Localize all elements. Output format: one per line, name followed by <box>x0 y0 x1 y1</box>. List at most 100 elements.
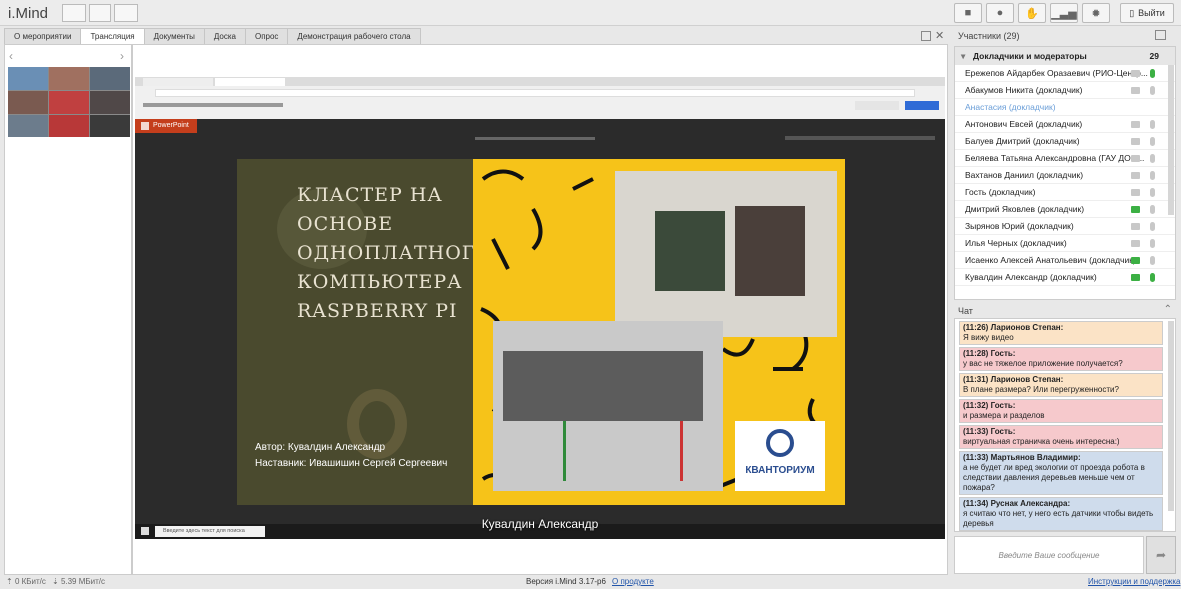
video-thumbnails-panel: ‹ › <box>4 44 132 575</box>
participant-name: Ережепов Айдарбек Оразаевич (РИО-Центр..… <box>965 68 1148 78</box>
participant-row[interactable]: Абакумов Никита (докладчик) <box>955 82 1175 99</box>
participant-name: Беляева Татьяна Александровна (ГАУ ДО Т.… <box>965 153 1145 163</box>
microphone-status-icon <box>1150 239 1155 248</box>
microphone-status-icon <box>1150 137 1155 146</box>
tab-documents[interactable]: Документы <box>143 28 205 44</box>
camera-status-icon <box>1131 223 1140 230</box>
participant-name: Илья Черных (докладчик) <box>965 238 1067 248</box>
participant-name: Дмитрий Яковлев (докладчик) <box>965 204 1085 214</box>
close-icon[interactable]: ✕ <box>935 29 944 42</box>
powerpoint-viewer: PowerPoint КЛАСТЕР НА ОСНОВЕ ОДНОПЛАТНОГ… <box>135 119 945 539</box>
raise-hand-button[interactable]: ✋ <box>1018 3 1046 23</box>
slide-title: КЛАСТЕР НА ОСНОВЕ ОДНОПЛАТНОГО КОМПЬЮТЕР… <box>297 184 492 322</box>
participant-name: Вахтанов Даниил (докладчик) <box>965 170 1084 180</box>
microphone-status-icon <box>1150 120 1155 129</box>
participant-name: Антонович Евсей (докладчик) <box>965 119 1083 129</box>
chat-message: (11:26) Ларионов Степан: Я вижу видео <box>959 321 1163 345</box>
participant-row[interactable]: Исаенко Алексей Анатольевич (докладчик) <box>955 252 1175 269</box>
chat-message: (11:31) Ларионов Степан: В плане размера?… <box>959 373 1163 397</box>
broadcast-area: PowerPoint КЛАСТЕР НА ОСНОВЕ ОДНОПЛАТНОГ… <box>132 44 948 575</box>
collapse-arrow-icon: ▾ <box>961 51 966 61</box>
tab-poll[interactable]: Опрос <box>244 28 289 44</box>
exit-button[interactable]: ▯ Выйти <box>1120 3 1174 23</box>
chat-message-text: у вас не тяжелое приложение получается? <box>963 359 1123 368</box>
fullscreen-icon[interactable] <box>921 31 931 41</box>
camera-status-icon <box>1131 189 1140 196</box>
network-switch-photo <box>493 321 723 491</box>
video-grid-thumbnail[interactable] <box>8 67 130 137</box>
participant-row[interactable]: Антонович Евсей (докладчик) <box>955 116 1175 133</box>
chat-message: (11:33) Гость: виртуальная страничка очен… <box>959 425 1163 449</box>
chat-input[interactable]: Введите Ваше сообщение <box>954 536 1144 574</box>
microphone-status-icon <box>1150 205 1155 214</box>
version-label: Версия i.Mind 3.17-р6 <box>526 577 606 586</box>
participant-name: Зырянов Юрий (докладчик) <box>965 221 1074 231</box>
chat-message-author: (11:33) Мартьянов Владимир: <box>963 453 1081 462</box>
chat-scrollbar[interactable] <box>1168 321 1174 511</box>
tab-board[interactable]: Доска <box>203 28 246 44</box>
tab-about[interactable]: О мероприятии <box>4 28 82 44</box>
microphone-status-icon <box>1150 273 1155 282</box>
detach-icon[interactable] <box>1155 30 1166 40</box>
participants-group-header[interactable]: ▾ Докладчики и модераторы 29 <box>955 47 1175 65</box>
tab-broadcast[interactable]: Трансляция <box>80 28 145 44</box>
microphone-button[interactable]: ● <box>986 3 1014 23</box>
camera-status-icon <box>1131 240 1140 247</box>
camera-icon: ■ <box>964 7 972 19</box>
status-bar: ⇡ 0 КБит/с ⇣ 5.39 МБит/с Версия i.Mind 3… <box>0 577 1181 589</box>
participant-row[interactable]: Кувалдин Александр (докладчик) <box>955 269 1175 286</box>
signal-button[interactable]: ▁▃▅ <box>1050 3 1078 23</box>
kvantorium-logo: КВАНТОРИУМ <box>735 421 825 491</box>
help-link[interactable]: Инструкции и поддержка <box>1088 577 1180 586</box>
layout-grid-4-button[interactable] <box>62 4 86 22</box>
participant-row[interactable]: Илья Черных (докладчик) <box>955 235 1175 252</box>
chat-message-text: я считаю что нет, у него есть датчики чт… <box>963 509 1154 528</box>
about-link[interactable]: О продукте <box>612 577 654 586</box>
app-logo: i.Mind <box>8 5 49 22</box>
camera-status-icon <box>1131 172 1140 179</box>
chat-message-author: (11:34) Руснак Александра: <box>963 499 1071 508</box>
settings-button[interactable]: ✹ <box>1082 3 1110 23</box>
participant-row[interactable]: Беляева Татьяна Александровна (ГАУ ДО Т.… <box>955 150 1175 167</box>
camera-status-icon <box>1131 138 1140 145</box>
chat-message-author: (11:31) Ларионов Степан: <box>963 375 1064 384</box>
kvantorium-text: КВАНТОРИУМ <box>745 465 815 476</box>
group-count: 29 <box>1149 51 1159 61</box>
chat-message: (11:32) Гость: и размера и разделов <box>959 399 1163 423</box>
top-toolbar: i.Mind ■ ● ✋ ▁▃▅ ✹ ▯ Выйти <box>0 0 1181 26</box>
participant-row[interactable]: Дмитрий Яковлев (докладчик) <box>955 201 1175 218</box>
chat-message: (11:28) Гость: у вас не тяжелое приложени… <box>959 347 1163 371</box>
microphone-status-icon <box>1150 222 1155 231</box>
participant-row[interactable]: Гость (докладчик) <box>955 184 1175 201</box>
participants-title: Участники (29) <box>958 31 1020 41</box>
chevron-up-icon[interactable]: ⌃ <box>1164 304 1172 315</box>
camera-status-icon <box>1131 87 1140 94</box>
participant-row[interactable]: Анастасия (докладчик) <box>955 99 1175 116</box>
participants-scrollbar[interactable] <box>1168 65 1174 215</box>
layout-grid-6-button[interactable] <box>114 4 138 22</box>
participant-name: Гость (докладчик) <box>965 187 1036 197</box>
powerpoint-icon <box>141 122 149 130</box>
microphone-status-icon <box>1150 256 1155 265</box>
chat-message-author: (11:26) Ларионов Степан: <box>963 323 1064 332</box>
layout-single-button[interactable] <box>89 4 111 22</box>
presenter-name: Кувалдин Александр <box>481 517 599 531</box>
camera-status-icon <box>1131 257 1140 264</box>
chat-message-text: Я вижу видео <box>963 333 1014 342</box>
slide-author: Автор: Кувалдин Александр <box>255 442 386 453</box>
camera-button[interactable]: ■ <box>954 3 982 23</box>
prev-arrow-icon[interactable]: ‹ <box>9 49 13 63</box>
participant-row[interactable]: Балуев Дмитрий (докладчик) <box>955 133 1175 150</box>
tab-screen-share[interactable]: Демонстрация рабочего стола <box>287 28 421 44</box>
exit-label: Выйти <box>1138 8 1165 18</box>
participant-row[interactable]: Ережепов Айдарбек Оразаевич (РИО-Центр..… <box>955 65 1175 82</box>
main-tabs: О мероприятии Трансляция Документы Доска… <box>4 28 421 44</box>
camera-status-icon <box>1131 70 1140 77</box>
send-button[interactable]: ➦ <box>1146 536 1176 574</box>
next-arrow-icon[interactable]: › <box>120 49 124 63</box>
gear-icon: ✹ <box>1091 7 1101 20</box>
participant-row[interactable]: Зырянов Юрий (докладчик) <box>955 218 1175 235</box>
microphone-status-icon <box>1150 86 1155 95</box>
slide-mentor: Наставник: Ивашишин Сергей Сергеевич <box>255 458 448 469</box>
participant-row[interactable]: Вахтанов Даниил (докладчик) <box>955 167 1175 184</box>
